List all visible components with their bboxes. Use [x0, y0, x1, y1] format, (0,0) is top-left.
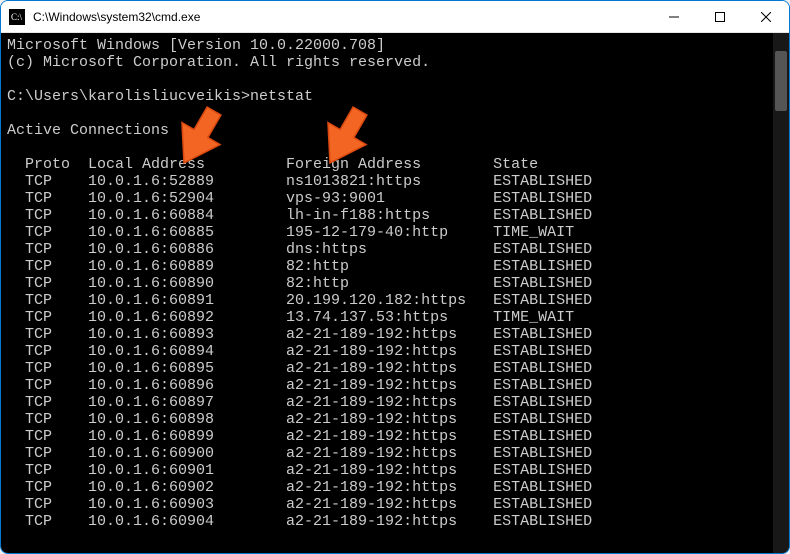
window-controls — [651, 1, 789, 32]
window-title: C:\Windows\system32\cmd.exe — [33, 10, 200, 24]
scrollbar-thumb[interactable] — [775, 51, 787, 111]
maximize-button[interactable] — [697, 1, 743, 32]
scrollbar-track[interactable] — [773, 33, 789, 553]
svg-text:C:\: C:\ — [11, 12, 23, 22]
cmd-window: C:\ C:\Windows\system32\cmd.exe Microsof… — [0, 0, 790, 554]
terminal-output: Microsoft Windows [Version 10.0.22000.70… — [1, 33, 789, 534]
cmd-icon: C:\ — [9, 9, 25, 25]
minimize-button[interactable] — [651, 1, 697, 32]
terminal-area[interactable]: Microsoft Windows [Version 10.0.22000.70… — [1, 33, 789, 553]
close-button[interactable] — [743, 1, 789, 32]
titlebar: C:\ C:\Windows\system32\cmd.exe — [1, 1, 789, 33]
